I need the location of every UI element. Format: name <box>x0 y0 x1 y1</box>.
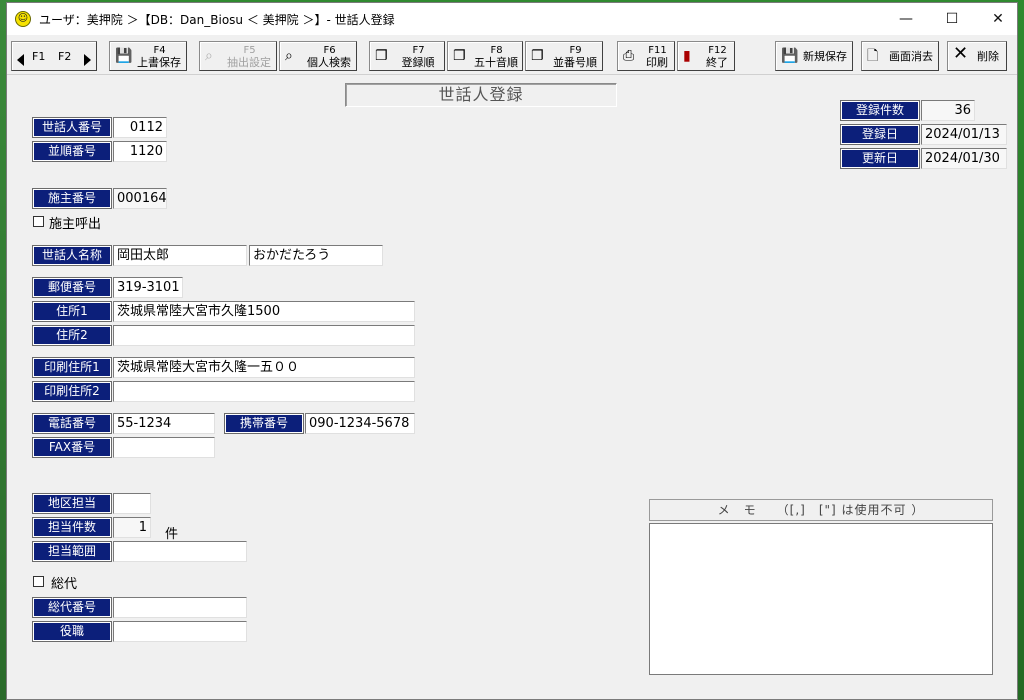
person-search-button[interactable]: ⌕ F6 個人検索 <box>279 41 357 71</box>
binoculars-icon: ⌕ <box>285 48 293 64</box>
floppy-icon: 💾 <box>781 48 799 64</box>
number-order-button[interactable]: ❐ F9 並番号順 <box>525 41 603 71</box>
caretaker-no-label: 世話人番号 <box>32 117 112 138</box>
position-field[interactable] <box>113 621 247 642</box>
memo-header: メ モ （[,] ["] は使用不可 ） <box>649 499 993 521</box>
exit-button[interactable]: ▮ F12 終了 <box>677 41 735 71</box>
registered-count-field: 36 <box>921 100 975 121</box>
print-address2-field[interactable] <box>113 381 415 402</box>
general-rep-no-field[interactable] <box>113 597 247 618</box>
fax-field[interactable] <box>113 437 215 458</box>
record-nav-group: F1 F2 <box>11 41 97 71</box>
person-search-label: 個人検索 <box>307 56 351 69</box>
registered-date-field: 2024/01/13 <box>921 124 1007 145</box>
patron-call-checkbox[interactable] <box>33 216 44 227</box>
title-bar: ☺ ユーザ：美押院 ＞【DB：Dan_Biosu ＜ 美押院 ＞】- 世話人登録… <box>7 3 1017 35</box>
window-title: ユーザ：美押院 ＞【DB：Dan_Biosu ＜ 美押院 ＞】- 世話人登録 <box>39 13 395 27</box>
updated-date-label: 更新日 <box>840 148 920 169</box>
mobile-field[interactable]: 090-1234-5678 <box>305 413 415 434</box>
delete-label: 削除 <box>977 50 999 63</box>
general-rep-no-label: 総代番号 <box>32 597 112 618</box>
print-address2-label: 印刷住所2 <box>32 381 112 402</box>
clear-screen-label: 画面消去 <box>889 50 933 63</box>
minimize-button[interactable]: — <box>883 3 929 35</box>
name-label: 世話人名称 <box>32 245 112 266</box>
name-kana-field[interactable]: おかだたろう <box>249 245 383 266</box>
assigned-count-label: 担当件数 <box>32 517 112 538</box>
binoculars-icon: ⌕ <box>205 48 213 64</box>
district-field[interactable] <box>113 493 151 514</box>
floppy-icon: 💾 <box>115 48 133 64</box>
delete-button[interactable]: ✕ 削除 <box>947 41 1007 71</box>
order-no-label: 並順番号 <box>32 141 112 162</box>
extract-settings-button[interactable]: ⌕ F5 抽出設定 <box>199 41 277 71</box>
address1-label: 住所1 <box>32 301 112 322</box>
assigned-count-unit: 件 <box>165 527 179 542</box>
number-order-label: 並番号順 <box>553 56 597 69</box>
assigned-range-label: 担当範囲 <box>32 541 112 562</box>
print-button[interactable]: ⎙ F11 印刷 <box>617 41 675 71</box>
new-save-label: 新規保存 <box>803 50 847 63</box>
postal-label: 郵便番号 <box>32 277 112 298</box>
pages-icon: ❐ <box>531 48 544 64</box>
maximize-button[interactable]: ☐ <box>929 3 975 35</box>
caretaker-no-field[interactable]: 0112 <box>113 117 167 138</box>
name-field[interactable]: 岡田太郎 <box>113 245 247 266</box>
form-title: 世話人登録 <box>345 83 617 107</box>
close-button[interactable]: ✕ <box>975 3 1021 35</box>
patron-no-label: 施主番号 <box>32 188 112 209</box>
print-address1-field[interactable]: 茨城県常陸大宮市久隆一五００ <box>113 357 415 378</box>
new-save-button[interactable]: 💾 新規保存 <box>775 41 853 71</box>
address2-field[interactable] <box>113 325 415 346</box>
position-label: 役職 <box>32 621 112 642</box>
next-arrow-icon[interactable] <box>84 54 91 66</box>
general-rep-label: 総代 <box>51 577 78 592</box>
exit-label: 終了 <box>706 56 728 69</box>
kana-order-label: 五十音順 <box>474 56 518 69</box>
address2-label: 住所2 <box>32 325 112 346</box>
order-no-field[interactable]: 1120 <box>113 141 167 162</box>
patron-call-label: 施主呼出 <box>49 217 102 232</box>
app-window: ☺ ユーザ：美押院 ＞【DB：Dan_Biosu ＜ 美押院 ＞】- 世話人登録… <box>6 2 1018 700</box>
prev-arrow-icon[interactable] <box>17 54 24 66</box>
postal-field[interactable]: 319-3101 <box>113 277 183 298</box>
fax-label: FAX番号 <box>32 437 112 458</box>
registration-order-button[interactable]: ❐ F7 登録順 <box>369 41 445 71</box>
clear-screen-button[interactable]: 🗋 画面消去 <box>861 41 939 71</box>
assigned-range-field[interactable] <box>113 541 247 562</box>
f1-label[interactable]: F1 <box>32 51 45 63</box>
phone-label: 電話番号 <box>32 413 112 434</box>
registered-date-label: 登録日 <box>840 124 920 145</box>
overwrite-save-label: 上書保存 <box>137 56 181 69</box>
updated-date-field: 2024/01/30 <box>921 148 1007 169</box>
registration-order-label: 登録順 <box>401 56 435 69</box>
print-label: 印刷 <box>646 56 668 69</box>
x-delete-icon: ✕ <box>953 43 969 64</box>
district-label: 地区担当 <box>32 493 112 514</box>
printer-icon: ⎙ <box>623 48 635 64</box>
address1-field[interactable]: 茨城県常陸大宮市久隆1500 <box>113 301 415 322</box>
extract-settings-label: 抽出設定 <box>227 56 271 69</box>
kana-order-button[interactable]: ❐ F8 五十音順 <box>447 41 523 71</box>
pages-icon: ❐ <box>375 48 388 64</box>
patron-no-field[interactable]: 000164 <box>113 188 167 209</box>
registered-count-label: 登録件数 <box>840 100 920 121</box>
general-rep-checkbox[interactable] <box>33 576 44 587</box>
phone-field[interactable]: 55-1234 <box>113 413 215 434</box>
toolbar: F1 F2 💾 F4 上書保存 ⌕ F5 抽出設定 ⌕ F6 個人検索 ❐ F7… <box>7 35 1017 75</box>
mobile-label: 携帯番号 <box>224 413 304 434</box>
exit-door-icon: ▮ <box>683 48 691 64</box>
print-address1-label: 印刷住所1 <box>32 357 112 378</box>
blank-page-icon: 🗋 <box>867 48 879 64</box>
memo-textarea[interactable] <box>649 523 993 675</box>
assigned-count-field: 1 <box>113 517 151 538</box>
pages-icon: ❐ <box>453 48 466 64</box>
overwrite-save-button[interactable]: 💾 F4 上書保存 <box>109 41 187 71</box>
f2-label[interactable]: F2 <box>58 51 71 63</box>
smiley-app-icon: ☺ <box>15 11 31 27</box>
